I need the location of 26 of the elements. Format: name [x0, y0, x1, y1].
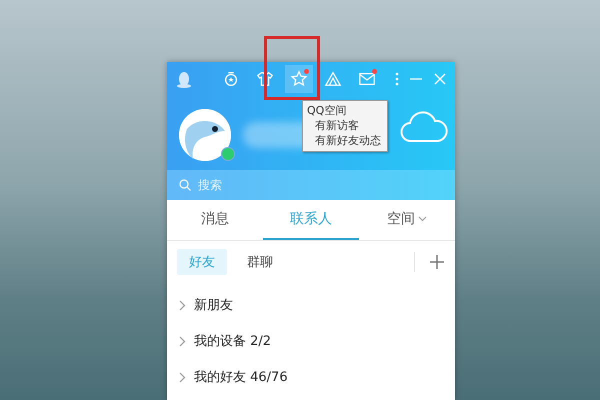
mail-icon: [358, 70, 376, 88]
toolbar-button[interactable]: [285, 65, 313, 93]
nav-tab[interactable]: 空间: [359, 200, 455, 240]
chevron-right-icon: [179, 372, 186, 382]
highlight-frame: [264, 36, 320, 100]
medal-icon: [222, 70, 240, 88]
contact-group[interactable]: 新朋友: [167, 287, 455, 323]
star-icon: [290, 70, 308, 88]
shirt-icon: [256, 70, 274, 88]
tooltip-title: QQ空间: [307, 103, 348, 118]
chevron-right-icon: [179, 300, 186, 310]
add-icon[interactable]: [429, 254, 445, 270]
more-icon[interactable]: [395, 72, 399, 86]
cloud-icon[interactable]: [399, 110, 449, 144]
contact-group[interactable]: 我的设备 2/2: [167, 323, 455, 359]
search-icon: [179, 179, 191, 191]
triangle-icon: [324, 70, 342, 88]
nav-tab[interactable]: 消息: [167, 200, 263, 240]
contact-group[interactable]: 我的好友 46/76: [167, 359, 455, 395]
avatar-drawing[interactable]: [179, 109, 231, 161]
close-icon[interactable]: [433, 72, 447, 86]
chevron-right-icon: [179, 336, 186, 346]
sub-tab[interactable]: 群聊: [235, 249, 285, 275]
tooltip-line: 有新好友动态: [314, 133, 381, 148]
search-field[interactable]: 搜索: [196, 177, 320, 193]
tooltip-line: 有新访客: [314, 118, 360, 133]
